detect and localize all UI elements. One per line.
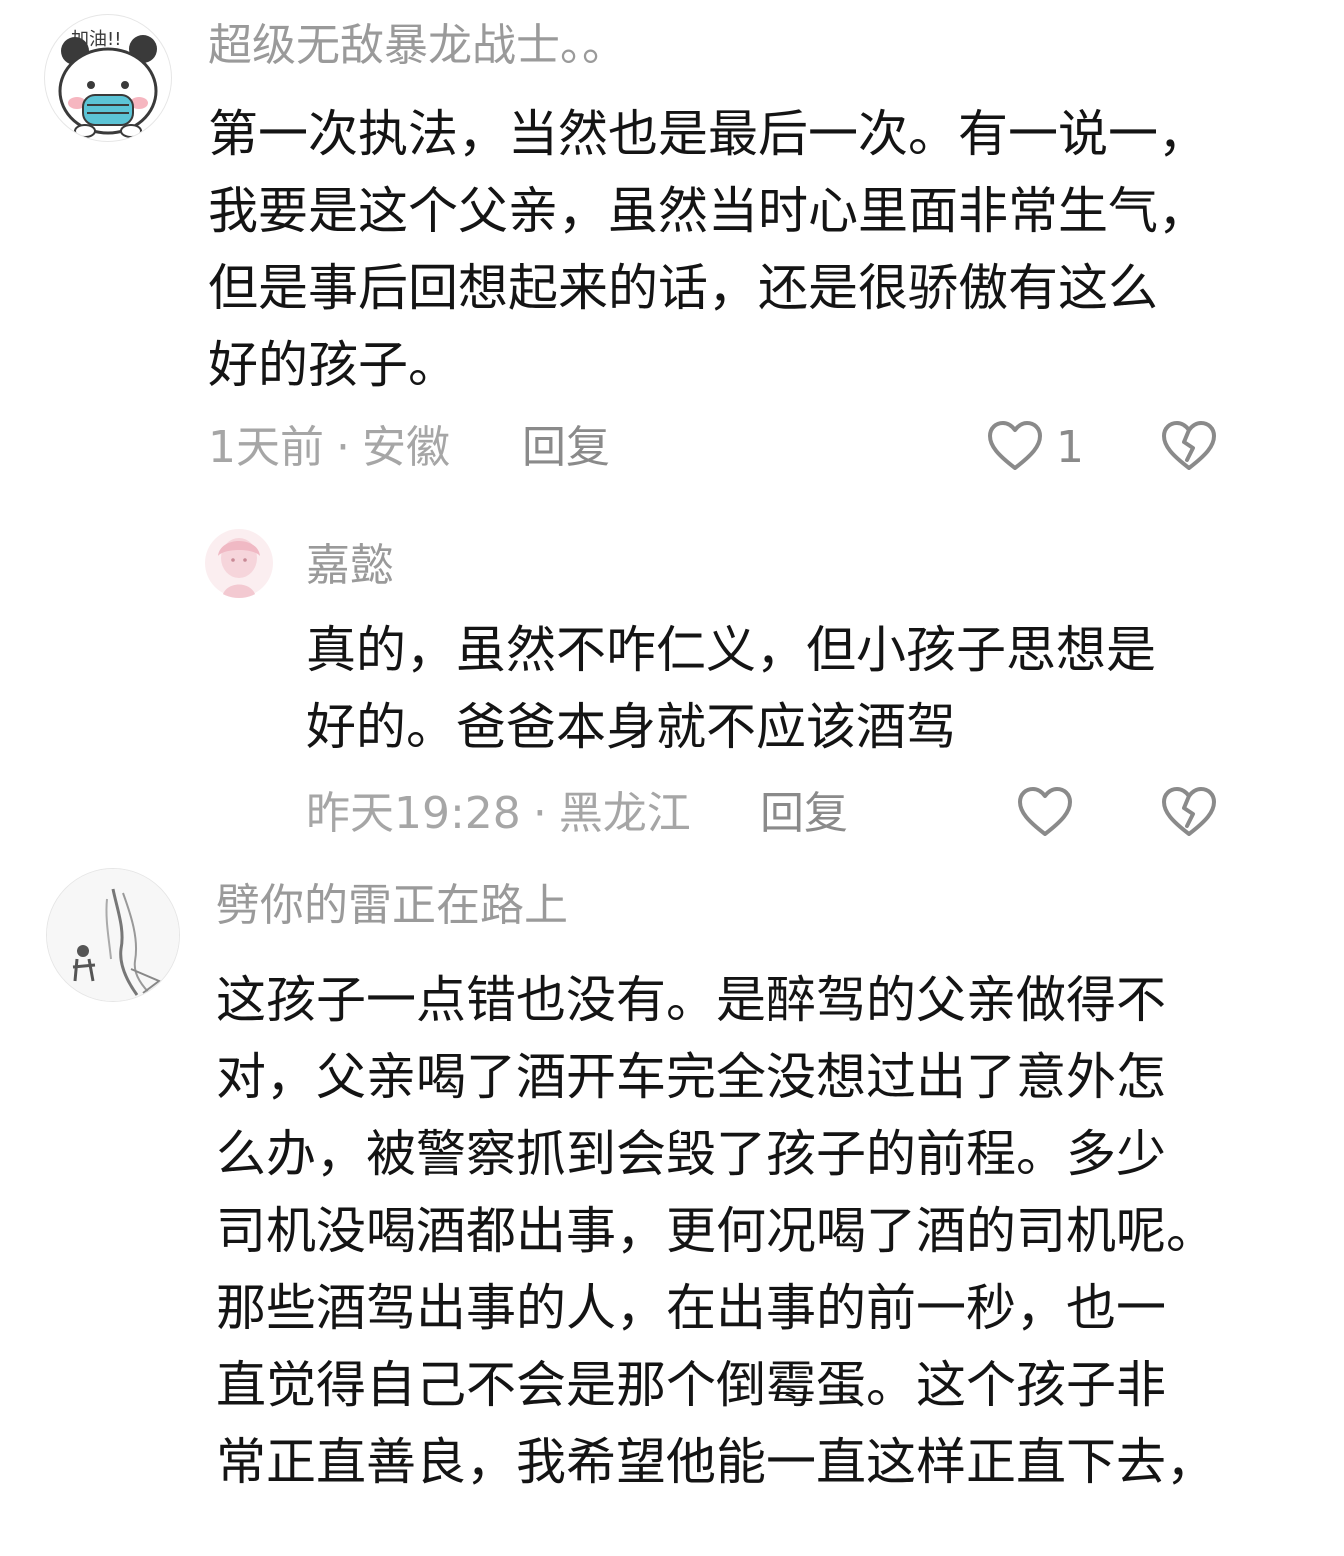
- like-button[interactable]: [1016, 784, 1074, 840]
- comment-text: 这孩子一点错也没有。是醉驾的父亲做得不 对，父亲喝了酒开车完全没想过出了意外怎 …: [216, 962, 1316, 1501]
- avatar-illustration: [47, 869, 179, 1001]
- comment-username[interactable]: 劈你的雷正在路上: [216, 878, 568, 934]
- comment-text: 第一次执法，当然也是最后一次。有一说一， 我要是这个父亲，虽然当时心里面非常生气…: [208, 96, 1298, 404]
- comment-text-line: 司机没喝酒都出事，更何况喝了酒的司机呢。: [216, 1202, 1216, 1260]
- comment-text-line: 我要是这个父亲，虽然当时心里面非常生气，: [208, 182, 1208, 240]
- comment-text-line: 但是事后回想起来的话，还是很骄傲有这么: [208, 259, 1158, 317]
- dislike-button[interactable]: [1160, 418, 1218, 474]
- avatar-illustration: [205, 529, 273, 598]
- broken-heart-icon: [1162, 421, 1216, 470]
- dislike-button[interactable]: [1160, 784, 1218, 840]
- comment-text-line: 这孩子一点错也没有。是醉驾的父亲做得不: [216, 971, 1166, 1029]
- comment-location: 黑龙江: [558, 788, 691, 839]
- broken-heart-icon: [1162, 787, 1216, 836]
- comment-text-line: 直觉得自己不会是那个倒霉蛋。这个孩子非: [216, 1356, 1166, 1414]
- comment-text-line: 么办，被警察抓到会毁了孩子的前程。多少: [216, 1125, 1166, 1183]
- heart-outline-icon: [988, 421, 1042, 470]
- comment-text-line: 常正直善良，我希望他能一直这样正直下去，: [216, 1433, 1216, 1491]
- reply-button[interactable]: 回复: [760, 786, 848, 842]
- meta-separator: ·: [532, 788, 547, 839]
- avatar-sketch[interactable]: [46, 868, 180, 1002]
- comment-text-line: 第一次执法，当然也是最后一次。有一说一，: [208, 105, 1208, 163]
- avatar-text: 加油!!: [71, 29, 121, 50]
- avatar-bear-mask[interactable]: 加油!!: [44, 14, 172, 142]
- comment-username[interactable]: 嘉懿: [306, 538, 394, 594]
- comment-meta: 昨天19:28 · 黑龙江: [306, 786, 691, 842]
- comment-username[interactable]: 超级无敌暴龙战士。。: [208, 18, 626, 74]
- comment-time: 昨天19:28: [306, 788, 521, 839]
- comment-meta: 1天前 · 安徽: [208, 420, 450, 476]
- like-count: 1: [1056, 422, 1084, 473]
- comment-text-line: 对，父亲喝了酒开车完全没想过出了意外怎: [216, 1048, 1166, 1106]
- comment-text-line: 好的孩子。: [208, 336, 458, 394]
- comment-location: 安徽: [362, 422, 450, 473]
- comment-text-line: 那些酒驾出事的人，在出事的前一秒，也一: [216, 1279, 1166, 1337]
- comment-time: 1天前: [208, 422, 324, 473]
- reply-button[interactable]: 回复: [522, 420, 610, 476]
- comment-text-line: 好的。爸爸本身就不应该酒驾: [306, 698, 956, 756]
- avatar-bear-illustration: 加油!!: [58, 29, 158, 138]
- comment-text-line: 真的，虽然不咋仁义，但小孩子思想是: [306, 621, 1156, 679]
- like-button[interactable]: [986, 418, 1044, 474]
- avatar-girl-drawing[interactable]: [204, 528, 274, 598]
- heart-outline-icon: [1018, 787, 1072, 836]
- comment-text: 真的，虽然不咋仁义，但小孩子思想是 好的。爸爸本身就不应该酒驾: [306, 612, 1296, 766]
- meta-separator: ·: [336, 422, 350, 473]
